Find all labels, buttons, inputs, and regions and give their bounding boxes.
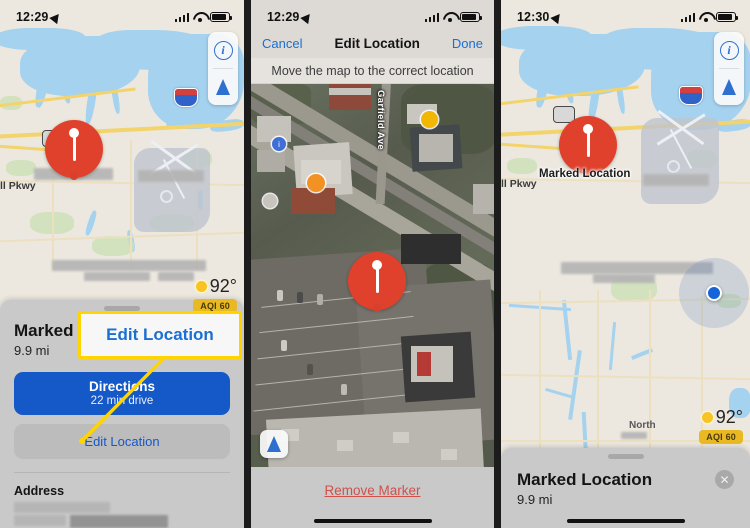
- street-label-garfield-ave: Garfield Ave: [375, 90, 386, 151]
- cellular-signal-icon: [174, 12, 189, 22]
- location-arrow-icon: [49, 10, 64, 24]
- remove-marker-button[interactable]: Remove Marker: [324, 483, 420, 498]
- user-location-dot: [706, 285, 722, 301]
- locate-arrow-icon: [267, 436, 281, 452]
- phone-panel-marked-location-card: ll Pkwy i 92° AQI 60 12:29 Marked Lo 9.9…: [0, 0, 244, 528]
- phone-panel-marked-location-result: ll Pkwy North Marked Location i 92° AQI …: [501, 0, 750, 528]
- info-icon: i: [213, 40, 233, 60]
- place-distance: 9.9 mi: [517, 492, 553, 507]
- hint-text: Move the map to the correct location: [271, 63, 474, 78]
- temperature-readout: 92°: [701, 407, 743, 428]
- map-pin-icon[interactable]: [45, 120, 103, 180]
- home-indicator: [566, 518, 685, 523]
- poi-icon-misc[interactable]: [263, 194, 277, 208]
- locate-button-3[interactable]: [714, 69, 744, 105]
- location-arrow-icon: [300, 10, 315, 24]
- status-bar-2: 12:29: [251, 0, 494, 30]
- done-button[interactable]: Done: [452, 36, 483, 51]
- home-indicator: [313, 518, 432, 523]
- info-button-1[interactable]: i: [208, 32, 238, 68]
- weather-widget-1[interactable]: 92° AQI 60: [193, 276, 237, 313]
- locate-button-2[interactable]: [260, 430, 288, 458]
- poi-icon-store[interactable]: i: [272, 137, 286, 151]
- locate-button-1[interactable]: [208, 69, 238, 105]
- address-value-redacted: [14, 502, 230, 528]
- interstate-shield-icon: [679, 86, 703, 105]
- panel-divider-right: [494, 0, 501, 528]
- screenshot-stage: ll Pkwy i 92° AQI 60 12:29 Marked Lo 9.9…: [0, 0, 750, 528]
- info-button-3[interactable]: i: [714, 32, 744, 68]
- weather-widget-3[interactable]: 92° AQI 60: [699, 407, 743, 444]
- battery-icon: [716, 12, 738, 22]
- directions-button[interactable]: Directions 22 min drive: [14, 372, 230, 415]
- map-pin-icon-editable[interactable]: [348, 252, 406, 312]
- clock: 12:30: [517, 10, 550, 24]
- locate-arrow-icon: [216, 79, 230, 95]
- place-title: Marked Location: [517, 470, 653, 489]
- cellular-signal-icon: [680, 12, 695, 22]
- hint-bar: Move the map to the correct location: [251, 58, 494, 84]
- phone-panel-edit-location: i Garfield Ave Cancel Edit Location Done…: [251, 0, 494, 528]
- map-road-label-bottom: North: [629, 420, 656, 431]
- temperature-readout: 92°: [195, 276, 237, 297]
- aqi-badge: AQI 60: [699, 430, 743, 444]
- status-right: [424, 12, 482, 23]
- map-pin-icon[interactable]: [559, 116, 617, 176]
- battery-icon: [210, 12, 232, 22]
- temperature-value: 92°: [715, 407, 743, 427]
- status-bar-1: 12:29: [0, 0, 244, 30]
- annotation-leader-dot: [79, 438, 85, 444]
- cellular-signal-icon: [424, 12, 439, 22]
- map-controls-3[interactable]: i: [714, 32, 744, 105]
- edit-location-label: Edit Location: [84, 434, 160, 449]
- status-bar-3: 12:30: [501, 0, 750, 30]
- panel-divider-left: [244, 0, 251, 528]
- clock: 12:29: [16, 10, 49, 24]
- battery-icon: [460, 12, 482, 22]
- poi-icon-gas[interactable]: [421, 111, 438, 128]
- close-icon[interactable]: ✕: [715, 470, 734, 489]
- edit-location-navbar: Cancel Edit Location Done: [251, 28, 494, 58]
- annotation-label: Edit Location: [106, 325, 214, 344]
- status-left: 12:29: [16, 10, 64, 24]
- directions-label: Directions: [88, 379, 156, 394]
- clock: 12:29: [267, 10, 300, 24]
- map-road-label-1: ll Pkwy: [0, 180, 36, 192]
- interstate-shield-icon: [174, 88, 198, 107]
- sun-icon: [701, 412, 713, 423]
- address-header: Address: [14, 484, 65, 498]
- poi-icon-restaurant[interactable]: [307, 174, 325, 192]
- temperature-value: 92°: [209, 276, 237, 296]
- cancel-button[interactable]: Cancel: [262, 36, 302, 51]
- map-road-label-3: ll Pkwy: [501, 178, 537, 190]
- wifi-icon: [443, 12, 456, 23]
- navbar-title: Edit Location: [334, 35, 420, 51]
- location-arrow-icon: [550, 10, 565, 24]
- locate-arrow-icon: [722, 79, 736, 95]
- sun-icon: [195, 281, 207, 292]
- status-right: [174, 12, 232, 23]
- directions-sublabel: 22 min drive: [90, 395, 154, 407]
- edit-location-button[interactable]: Edit Location: [14, 424, 230, 459]
- info-icon: i: [719, 40, 739, 60]
- status-right: [680, 12, 738, 23]
- map-controls-1[interactable]: i: [208, 32, 238, 105]
- map-satellite[interactable]: i Garfield Ave: [251, 84, 494, 467]
- wifi-icon: [193, 12, 206, 23]
- place-card-sheet-collapsed[interactable]: Marked Location 9.9 mi ✕: [501, 448, 750, 528]
- status-left: 12:29: [267, 10, 315, 24]
- wifi-icon: [699, 12, 712, 23]
- map-pin-label: Marked Location: [539, 168, 631, 180]
- status-left: 12:30: [517, 10, 565, 24]
- annotation-callout: Edit Location: [78, 311, 242, 359]
